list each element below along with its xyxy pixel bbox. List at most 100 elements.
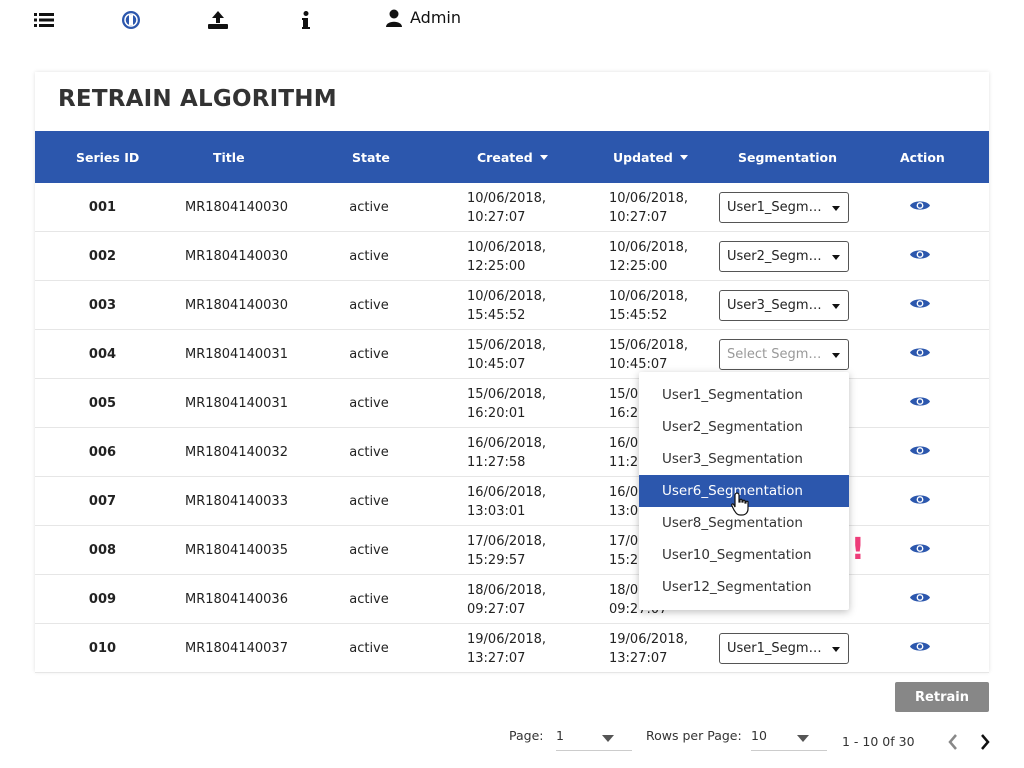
created-cell: 17/06/2018, 15:29:57	[467, 526, 557, 575]
created-cell: 10/06/2018, 10:27:07	[467, 183, 557, 232]
created-cell: 10/06/2018, 12:25:00	[467, 232, 557, 281]
logo-icon[interactable]	[120, 9, 142, 31]
header-created[interactable]: Created	[477, 131, 548, 183]
segmentation-select-value: Select Segmentation	[727, 347, 827, 362]
view-button[interactable]	[905, 330, 935, 379]
eye-icon	[910, 297, 930, 314]
created-time: 15:29:57	[467, 552, 526, 568]
created-time: 10:27:07	[467, 209, 526, 225]
segmentation-select[interactable]: Select Segmentation	[719, 339, 849, 370]
created-time: 13:03:01	[467, 503, 526, 519]
eye-icon	[910, 199, 930, 216]
table-row: 010 MR1804140037 active 19/06/2018, 13:27…	[35, 624, 989, 673]
created-time: 13:27:07	[467, 650, 526, 666]
updated-cell: 10/06/2018, 12:25:00	[609, 232, 699, 281]
info-icon[interactable]	[295, 9, 317, 31]
updated-time: 13:27:07	[609, 650, 668, 666]
view-button[interactable]	[905, 477, 935, 526]
header-updated-label: Updated	[613, 149, 673, 165]
title-cell: MR1804140033	[185, 494, 288, 509]
retrain-button[interactable]: Retrain	[895, 682, 989, 712]
created-time: 16:20:01	[467, 405, 526, 421]
eye-icon	[910, 493, 930, 510]
title-cell: MR1804140030	[185, 249, 288, 264]
title-cell: MR1804140031	[185, 347, 288, 362]
dropdown-option[interactable]: User3_Segmentation	[639, 443, 849, 475]
header-title: Title	[213, 149, 245, 165]
header-updated[interactable]: Updated	[613, 131, 688, 183]
state-cell: active	[349, 543, 389, 558]
upload-icon[interactable]	[207, 9, 229, 31]
state-cell: active	[349, 298, 389, 313]
eye-icon	[910, 444, 930, 461]
view-button[interactable]	[905, 281, 935, 330]
caret-down-icon	[797, 735, 809, 742]
segmentation-cell: User1_Segmentation	[719, 624, 849, 673]
series-id-cell: 001	[88, 200, 117, 215]
created-time: 15:45:52	[467, 307, 526, 323]
dropdown-option[interactable]: User2_Segmentation	[639, 411, 849, 443]
series-id-cell: 007	[88, 494, 117, 509]
updated-cell: 10/06/2018, 10:27:07	[609, 183, 699, 232]
updated-time: 15:45:52	[609, 307, 668, 323]
chevron-left-icon	[948, 734, 957, 750]
segmentation-select[interactable]: User1_Segmentation	[719, 192, 849, 223]
view-button[interactable]	[905, 232, 935, 281]
updated-date: 19/06/2018,	[609, 631, 689, 647]
created-date: 19/06/2018,	[467, 631, 547, 647]
view-button[interactable]	[905, 183, 935, 232]
view-button[interactable]	[905, 428, 935, 477]
series-id-cell: 009	[88, 592, 117, 607]
next-page-button[interactable]	[976, 732, 994, 752]
eye-icon	[910, 395, 930, 412]
state-cell: active	[349, 641, 389, 656]
user-menu[interactable]: Admin	[386, 8, 461, 27]
dropdown-option[interactable]: User12_Segmentation	[639, 571, 849, 603]
updated-date: 10/06/2018,	[609, 239, 689, 255]
caret-down-icon	[832, 206, 840, 211]
updated-cell: 19/06/2018, 13:27:07	[609, 624, 699, 673]
created-date: 17/06/2018,	[467, 533, 547, 549]
updated-time: 10:27:07	[609, 209, 668, 225]
updated-date: 10/06/2018,	[609, 288, 689, 304]
created-time: 10:45:07	[467, 356, 526, 372]
segmentation-select[interactable]: User2_Segmentation	[719, 241, 849, 272]
state-cell: active	[349, 396, 389, 411]
created-cell: 15/06/2018, 10:45:07	[467, 330, 557, 379]
header-created-label: Created	[477, 149, 533, 165]
prev-page-button[interactable]	[944, 732, 962, 752]
page-select[interactable]: 1	[556, 728, 632, 751]
list-icon[interactable]	[33, 9, 55, 31]
segmentation-select[interactable]: User1_Segmentation	[719, 633, 849, 664]
created-date: 10/06/2018,	[467, 190, 547, 206]
view-button[interactable]	[905, 624, 935, 673]
eye-icon	[910, 346, 930, 363]
dropdown-option[interactable]: User10_Segmentation	[639, 539, 849, 571]
caret-down-icon	[832, 647, 840, 652]
rows-per-page-select[interactable]: 10	[751, 728, 827, 751]
table-row: 003 MR1804140030 active 10/06/2018, 15:45…	[35, 281, 989, 330]
created-date: 15/06/2018,	[467, 337, 547, 353]
title-cell: MR1804140036	[185, 592, 288, 607]
warning-mark: !	[851, 532, 865, 567]
header-action: Action	[900, 149, 945, 165]
segmentation-cell: User1_Segmentation	[719, 183, 849, 232]
dropdown-option[interactable]: User1_Segmentation	[639, 379, 849, 411]
state-cell: active	[349, 347, 389, 362]
segmentation-dropdown-menu: User1_Segmentation User2_Segmentation User…	[639, 372, 849, 610]
view-button[interactable]	[905, 575, 935, 624]
header-state: State	[352, 149, 390, 165]
caret-down-icon	[832, 353, 840, 358]
segmentation-select[interactable]: User3_Segmentation	[719, 290, 849, 321]
view-button[interactable]	[905, 526, 935, 575]
segmentation-cell: User2_Segmentation	[719, 232, 849, 281]
updated-cell: 10/06/2018, 15:45:52	[609, 281, 699, 330]
eye-icon	[910, 248, 930, 265]
created-date: 16/06/2018,	[467, 435, 547, 451]
created-cell: 19/06/2018, 13:27:07	[467, 624, 557, 673]
state-cell: active	[349, 445, 389, 460]
series-id-cell: 008	[88, 543, 117, 558]
top-toolbar: Admin	[0, 0, 1024, 40]
view-button[interactable]	[905, 379, 935, 428]
segmentation-cell: User3_Segmentation	[719, 281, 849, 330]
